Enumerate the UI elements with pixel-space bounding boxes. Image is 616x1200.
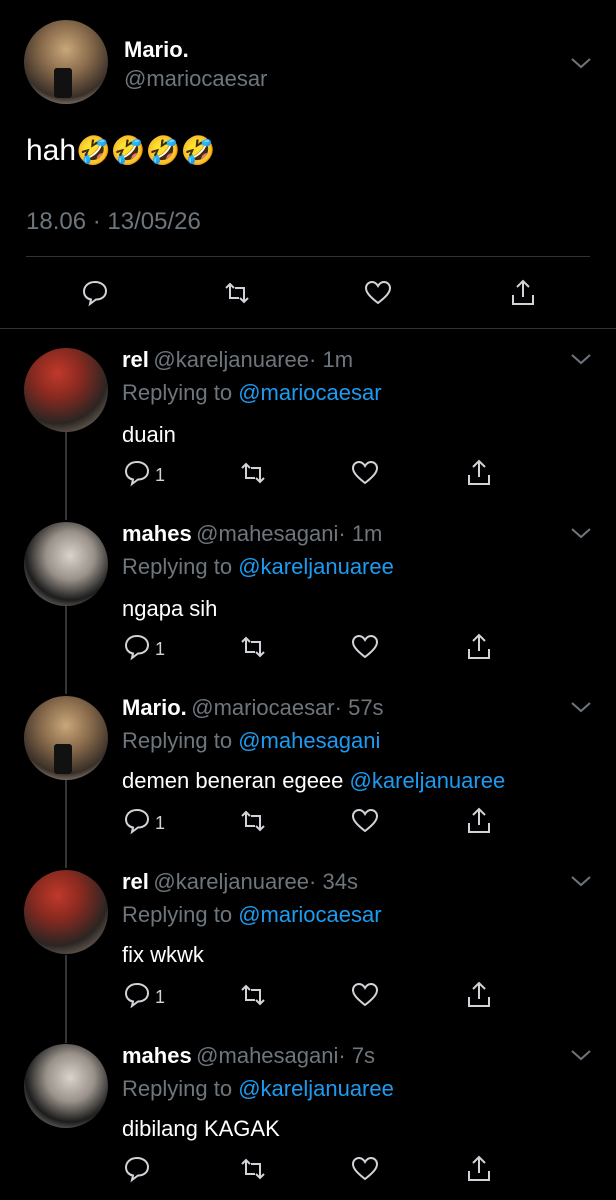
- main-tweet-text: hah🤣🤣🤣🤣: [26, 134, 216, 168]
- retweet-icon[interactable]: [238, 980, 268, 1010]
- reply-count: 1: [155, 813, 166, 833]
- reply-icon[interactable]: [122, 1154, 152, 1184]
- thread-line: [65, 780, 67, 868]
- reply-author-name[interactable]: rel: [122, 347, 149, 372]
- share-icon[interactable]: [464, 1154, 494, 1184]
- like-icon[interactable]: [350, 632, 380, 662]
- main-timestamp[interactable]: 18.06 · 13/05/26: [26, 208, 201, 236]
- chevron-down-icon[interactable]: [570, 56, 592, 70]
- replying-to-mention[interactable]: @kareljanuaree: [238, 554, 394, 579]
- reply-text: ngapa sih: [122, 596, 218, 621]
- reply-count: 1: [155, 987, 166, 1007]
- reply-icon[interactable]: [122, 632, 152, 662]
- like-icon[interactable]: [363, 278, 393, 308]
- retweet-icon[interactable]: [238, 632, 268, 662]
- avatar-mario[interactable]: [24, 696, 108, 780]
- avatar-mario[interactable]: [24, 20, 108, 104]
- divider: [0, 328, 616, 329]
- reply-author-name[interactable]: rel: [122, 869, 149, 894]
- replying-to-line: Replying to @mariocaesar: [122, 380, 382, 406]
- reply-time: · 1m: [309, 347, 354, 372]
- reply-count: 1: [155, 465, 166, 485]
- reply-time: · 7s: [338, 1043, 376, 1068]
- like-icon[interactable]: [350, 1154, 380, 1184]
- reply-time: · 57s: [334, 695, 384, 720]
- reply-text-mention[interactable]: @kareljanuaree: [350, 768, 506, 793]
- like-icon[interactable]: [350, 806, 380, 836]
- retweet-icon[interactable]: [238, 806, 268, 836]
- main-tweet-text-body: hah: [26, 134, 77, 167]
- replying-to-line: Replying to @mariocaesar: [122, 902, 382, 928]
- like-icon[interactable]: [350, 458, 380, 488]
- replying-to-line: Replying to @kareljanuaree: [122, 1076, 394, 1102]
- reply-text: fix wkwk: [122, 942, 204, 967]
- share-icon[interactable]: [464, 980, 494, 1010]
- retweet-icon[interactable]: [238, 1154, 268, 1184]
- reply-header: mahes @mahesagani· 7s: [122, 1043, 375, 1069]
- replying-to-mention[interactable]: @mariocaesar: [238, 380, 381, 405]
- reply-count: 1: [155, 639, 166, 659]
- reply-author-name[interactable]: mahes: [122, 1043, 192, 1068]
- main-author-name[interactable]: Mario.: [124, 37, 189, 63]
- like-icon[interactable]: [350, 980, 380, 1010]
- reply-author-handle[interactable]: @kareljanuaree: [153, 869, 309, 894]
- chevron-down-icon[interactable]: [570, 526, 592, 540]
- replying-to-mention[interactable]: @mahesagani: [238, 728, 380, 753]
- main-author-handle[interactable]: @mariocaesar: [124, 66, 267, 92]
- share-icon[interactable]: [464, 458, 494, 488]
- retweet-icon[interactable]: [222, 278, 252, 308]
- share-icon[interactable]: [464, 806, 494, 836]
- reply-author-handle[interactable]: @kareljanuaree: [153, 347, 309, 372]
- reply-header: rel @kareljanuaree· 34s: [122, 869, 358, 895]
- replying-to-label: Replying to: [122, 902, 233, 927]
- thread-line: [65, 955, 67, 1043]
- reply-header: rel @kareljanuaree· 1m: [122, 347, 353, 373]
- reply-author-handle[interactable]: @mahesagani: [196, 521, 338, 546]
- reply-author-name[interactable]: mahes: [122, 521, 192, 546]
- share-icon[interactable]: [508, 278, 538, 308]
- reply-author-handle[interactable]: @mariocaesar: [191, 695, 334, 720]
- reply-header: mahes @mahesagani· 1m: [122, 521, 382, 547]
- reply-icon[interactable]: [122, 980, 152, 1010]
- replying-to-label: Replying to: [122, 1076, 233, 1101]
- reply-text-body: demen beneran egeee: [122, 768, 344, 793]
- reply-icon[interactable]: [122, 806, 152, 836]
- reply-author-name[interactable]: Mario.: [122, 695, 187, 720]
- replying-to-label: Replying to: [122, 728, 233, 753]
- replying-to-mention[interactable]: @kareljanuaree: [238, 1076, 394, 1101]
- reply-icon[interactable]: [122, 458, 152, 488]
- reply-time: · 1m: [338, 521, 383, 546]
- reply-header: Mario. @mariocaesar· 57s: [122, 695, 384, 721]
- thread-line: [65, 432, 67, 520]
- reply-time: · 34s: [309, 869, 358, 894]
- chevron-down-icon[interactable]: [570, 352, 592, 366]
- avatar-phone-shape: [54, 68, 72, 98]
- reply-author-handle[interactable]: @mahesagani: [196, 1043, 338, 1068]
- avatar-rel[interactable]: [24, 870, 108, 954]
- replying-to-label: Replying to: [122, 554, 233, 579]
- chevron-down-icon[interactable]: [570, 874, 592, 888]
- replying-to-line: Replying to @kareljanuaree: [122, 554, 394, 580]
- reply-text: demen beneran egeee @kareljanuaree: [122, 768, 505, 794]
- avatar-mahes[interactable]: [24, 522, 108, 606]
- chevron-down-icon[interactable]: [570, 700, 592, 714]
- reply-text: dibilang KAGAK: [122, 1116, 280, 1141]
- emoji-group: 🤣🤣🤣🤣: [76, 135, 216, 166]
- replying-to-label: Replying to: [122, 380, 233, 405]
- divider: [26, 256, 590, 257]
- thread-line: [65, 606, 67, 694]
- retweet-icon[interactable]: [238, 458, 268, 488]
- replying-to-line: Replying to @mahesagani: [122, 728, 380, 754]
- avatar-mahes[interactable]: [24, 1044, 108, 1128]
- avatar-rel[interactable]: [24, 348, 108, 432]
- avatar-phone-shape: [54, 744, 72, 774]
- chevron-down-icon[interactable]: [570, 1048, 592, 1062]
- replying-to-mention[interactable]: @mariocaesar: [238, 902, 381, 927]
- reply-icon[interactable]: [80, 278, 110, 308]
- reply-text: duain: [122, 422, 176, 447]
- share-icon[interactable]: [464, 632, 494, 662]
